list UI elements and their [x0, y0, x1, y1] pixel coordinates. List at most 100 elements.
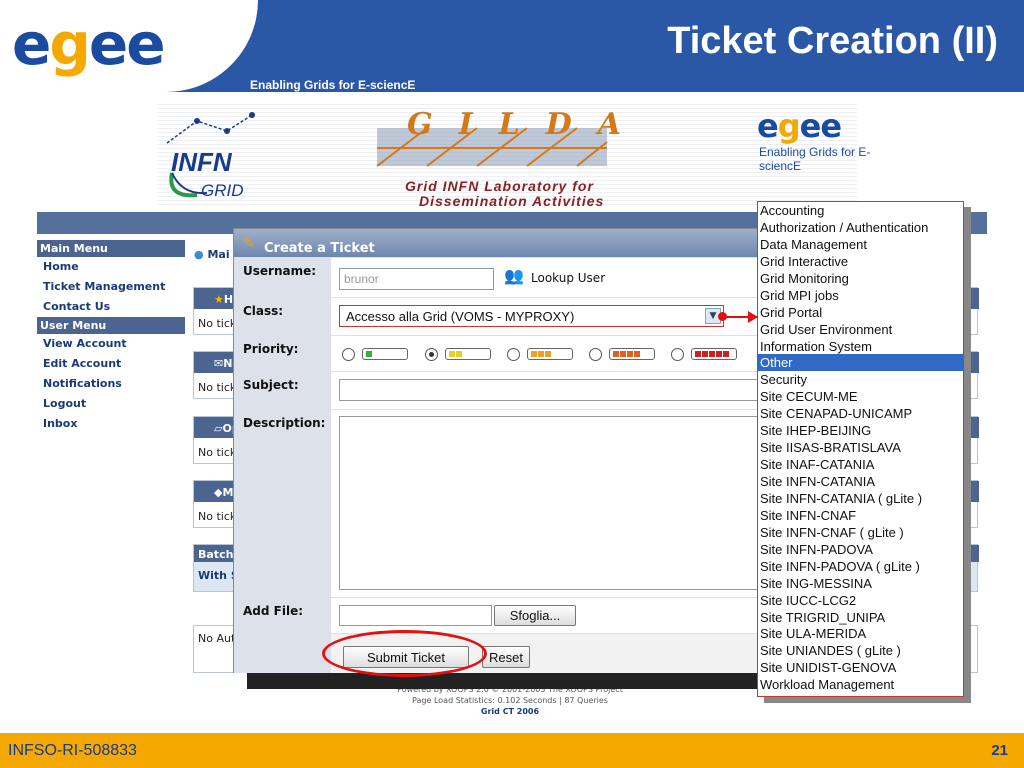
priority-level-indicator	[609, 348, 655, 360]
description-row: Description:	[234, 409, 764, 597]
menu-item-home[interactable]: Home	[37, 257, 185, 277]
block-open-text: No tick	[198, 446, 237, 459]
priority-radio[interactable]	[342, 348, 355, 361]
gilda-banner: INFN GRID GILDA Grid INFN Laboratory for…	[157, 103, 870, 209]
star-icon: ★	[214, 293, 224, 306]
menu-item-view-account[interactable]: View Account	[37, 334, 185, 354]
class-option[interactable]: Site INFN-PADOVA	[758, 541, 963, 558]
add-file-label: Add File:	[234, 598, 331, 633]
slide-header: egee Enabling Grids for E-sciencE Ticket…	[0, 0, 1024, 92]
slide: egee Enabling Grids for E-sciencE Ticket…	[0, 0, 1024, 768]
actions-label-cell	[234, 634, 331, 673]
priority-level-indicator	[691, 348, 737, 360]
class-option[interactable]: Site INFN-CNAF	[758, 507, 963, 524]
class-select-value: Accesso alla Grid (VOMS - MYPROXY)	[346, 309, 575, 324]
class-option[interactable]: Site INFN-CATANIA ( gLite )	[758, 490, 963, 507]
subject-row: Subject:	[234, 371, 764, 409]
class-option[interactable]: Data Management	[758, 236, 963, 253]
main-menu-heading: Main Menu	[37, 240, 185, 257]
menu-item-inbox[interactable]: Inbox	[37, 414, 185, 434]
priority-label: Priority:	[234, 336, 331, 371]
class-option[interactable]: Information System	[758, 338, 963, 355]
slide-footer: INFSO-RI-508833 21	[0, 733, 1024, 768]
priority-radio[interactable]	[507, 348, 520, 361]
gilda-logo-text: GILDA	[407, 107, 648, 142]
class-select[interactable]: Accesso alla Grid (VOMS - MYPROXY) ▼	[339, 305, 724, 327]
class-option[interactable]: Security	[758, 371, 963, 388]
menu-item-notifications[interactable]: Notifications	[37, 374, 185, 394]
class-option[interactable]: Site CECUM-ME	[758, 388, 963, 405]
class-option[interactable]: Grid Interactive	[758, 253, 963, 270]
username-input[interactable]: brunor	[339, 268, 494, 290]
username-label: Username:	[234, 258, 331, 297]
priority-level-indicator	[527, 348, 573, 360]
logo-background: egee	[0, 0, 258, 92]
class-option[interactable]: Grid MPI jobs	[758, 287, 963, 304]
class-option[interactable]: Site INAF-CATANIA	[758, 456, 963, 473]
class-option[interactable]: Grid Portal	[758, 304, 963, 321]
class-option[interactable]: Site TRIGRID_UNIPA	[758, 609, 963, 626]
subject-input[interactable]	[339, 379, 764, 401]
lookup-user-icon[interactable]: 👥	[504, 266, 524, 285]
main-heading: ● Mai	[194, 248, 230, 261]
egee-small-logo: egee	[757, 107, 842, 145]
dialog-title-bar: ✎ Create a Ticket	[234, 229, 759, 257]
file-path-input[interactable]	[339, 605, 492, 626]
class-option[interactable]: Site ULA-MERIDA	[758, 625, 963, 642]
class-option[interactable]: Grid User Environment	[758, 321, 963, 338]
add-file-row: Add File: Sfoglia...	[234, 597, 759, 633]
gilda-subtitle-2: Dissemination Activities	[419, 193, 605, 209]
block-new-text: No tick	[198, 381, 237, 394]
class-option[interactable]: Site ING-MESSINA	[758, 575, 963, 592]
infn-grid-text: GRID	[201, 181, 244, 200]
class-option[interactable]: Authorization / Authentication	[758, 219, 963, 236]
submit-highlight-ellipse	[322, 630, 487, 677]
class-option[interactable]: Site IUCC-LCG2	[758, 592, 963, 609]
footer-project-id: INFSO-RI-508833	[8, 742, 137, 759]
priority-level-indicator	[362, 348, 408, 360]
subject-label: Subject:	[234, 372, 331, 409]
priority-level-indicator	[445, 348, 491, 360]
priority-row: Priority:	[234, 335, 759, 371]
block-no-aut-text: No Aut	[198, 632, 236, 645]
priority-radio[interactable]	[425, 348, 438, 361]
actions-row: Submit Ticket Reset	[234, 633, 759, 673]
menu-item-contact-us[interactable]: Contact Us	[37, 297, 185, 317]
class-option[interactable]: Site IHEP-BEIJING	[758, 422, 963, 439]
priority-radio[interactable]	[589, 348, 602, 361]
arrow-head-icon	[748, 311, 758, 323]
menu-item-ticket-management[interactable]: Ticket Management	[37, 277, 185, 297]
gilda-subtitle-1: Grid INFN Laboratory for	[405, 178, 594, 194]
username-row: Username: brunor 👥 Lookup User	[234, 257, 759, 297]
class-option[interactable]: Grid Monitoring	[758, 270, 963, 287]
priority-radio[interactable]	[671, 348, 684, 361]
page-number: 21	[991, 742, 1008, 759]
class-option[interactable]: Site IISAS-BRATISLAVA	[758, 439, 963, 456]
class-option[interactable]: Site INFN-CNAF ( gLite )	[758, 524, 963, 541]
class-option[interactable]: Site CENAPAD-UNICAMP	[758, 405, 963, 422]
reset-button[interactable]: Reset	[482, 646, 530, 668]
class-option[interactable]: Site UNIANDES ( gLite )	[758, 642, 963, 659]
class-row: Class: Accesso alla Grid (VOMS - MYPROXY…	[234, 297, 759, 335]
class-option[interactable]: Other	[758, 354, 963, 372]
description-textarea[interactable]	[339, 416, 764, 590]
side-menu: Main Menu Home Ticket Management Contact…	[37, 240, 185, 434]
menu-item-edit-account[interactable]: Edit Account	[37, 354, 185, 374]
browse-button[interactable]: Sfoglia...	[494, 605, 576, 626]
egee-logo: egee	[12, 10, 166, 78]
tagline: Enabling Grids for E-sciencE	[250, 78, 416, 92]
class-option[interactable]: Site UNIDIST-GENOVA	[758, 659, 963, 676]
menu-item-logout[interactable]: Logout	[37, 394, 185, 414]
powered-line-3: Grid CT 2006	[480, 707, 540, 716]
lookup-user-link[interactable]: Lookup User	[531, 271, 605, 285]
powered-line-2: Page Load Statistics: 0.102 Seconds | 87…	[412, 696, 608, 705]
new-ticket-icon: ✉	[214, 357, 224, 370]
class-option[interactable]: Site INFN-CATANIA	[758, 473, 963, 490]
slide-title: Ticket Creation (II)	[667, 20, 998, 62]
infn-text: INFN	[171, 147, 232, 177]
pencil-icon: ✎	[242, 233, 256, 252]
class-option[interactable]: Accounting	[758, 202, 963, 219]
main-heading-icon: ●	[194, 248, 204, 261]
class-option[interactable]: Site INFN-PADOVA ( gLite )	[758, 558, 963, 575]
class-option[interactable]: Workload Management	[758, 676, 963, 693]
